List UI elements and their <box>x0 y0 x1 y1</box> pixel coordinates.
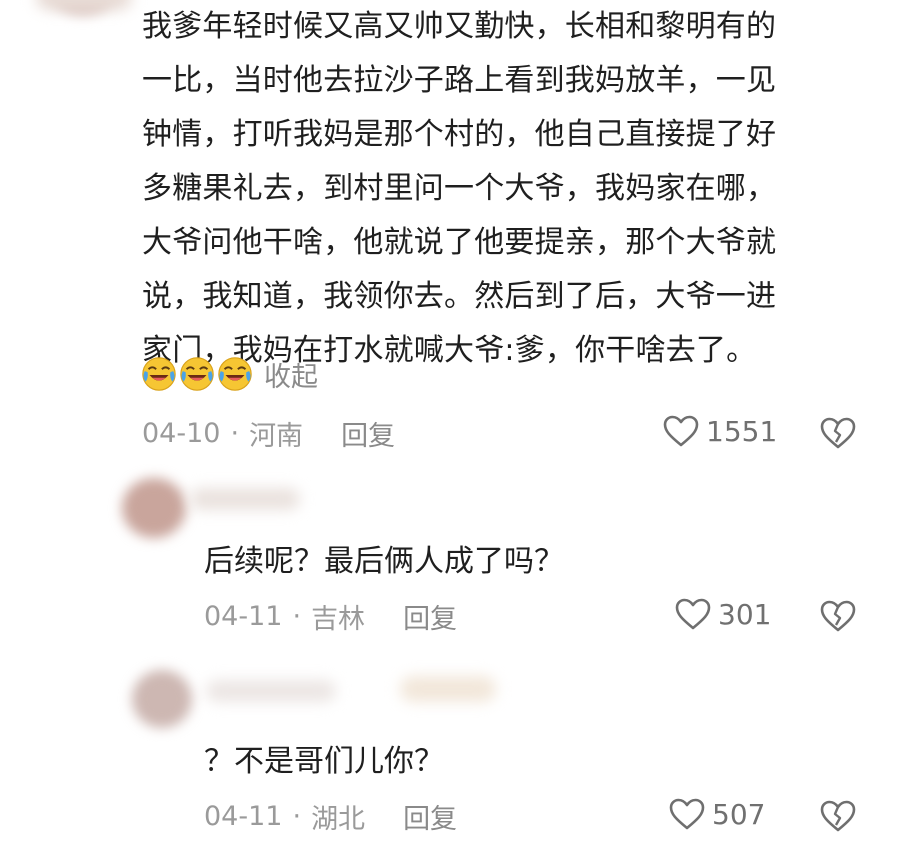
meta-separator: · <box>230 418 240 449</box>
laughing-crying-emoji-icon <box>180 357 214 391</box>
reply-avatar[interactable] <box>132 670 192 728</box>
emoji-row: 收起 <box>140 352 318 396</box>
reply-location: 湖北 <box>311 804 366 835</box>
reply-badge-blurred <box>400 676 496 702</box>
comment-meta: 04-10 · 河南 回复 <box>142 414 395 453</box>
comment-line: 大爷问他干啥，他就说了他要提亲，那个大爷就 <box>142 225 777 260</box>
reply-location: 吉林 <box>311 604 366 635</box>
heart-outline-icon <box>663 415 699 447</box>
like-count: 301 <box>718 597 772 631</box>
reply-button[interactable]: 回复 <box>403 597 457 636</box>
reply-avatar[interactable] <box>122 478 186 538</box>
comment-location: 河南 <box>249 421 304 452</box>
like-button[interactable]: 1551 <box>662 414 777 448</box>
reply-meta: 04-11 · 吉林 回复 <box>204 597 457 636</box>
reply-text: 后续呢？最后俩人成了吗？ <box>204 544 564 579</box>
meta-separator: · <box>292 801 302 832</box>
comment-line: 我爹年轻时候又高又帅又勤快，长相和黎明有的 <box>142 9 777 44</box>
reply-text: ？不是哥们儿你？ <box>204 744 444 779</box>
comment-date: 04-10 <box>142 418 221 449</box>
laughing-crying-emoji-icon <box>218 357 252 391</box>
comment-line: 一比，当时他去拉沙子路上看到我妈放羊，一见 <box>142 63 777 98</box>
like-button[interactable]: 507 <box>668 797 765 831</box>
reply-date: 04-11 <box>204 601 283 632</box>
collapse-button[interactable]: 收起 <box>264 355 318 394</box>
laughing-crying-emoji-icon <box>142 357 176 391</box>
comment-text: 我爹年轻时候又高又帅又勤快，长相和黎明有的 一比，当时他去拉沙子路上看到我妈放羊… <box>142 0 872 378</box>
reply-name-blurred <box>206 680 336 702</box>
heart-outline-icon <box>669 798 705 830</box>
like-count: 507 <box>712 797 766 831</box>
heart-outline-icon <box>675 598 711 630</box>
broken-heart-icon[interactable] <box>819 799 857 833</box>
like-count: 1551 <box>706 414 778 448</box>
commenter-name-blurred <box>36 0 132 10</box>
reply-date: 04-11 <box>204 801 283 832</box>
broken-heart-icon[interactable] <box>819 599 857 633</box>
reply-button[interactable]: 回复 <box>403 797 457 836</box>
reply-name-blurred <box>190 488 300 510</box>
reply-button[interactable]: 回复 <box>341 414 395 453</box>
comment-line: 多糖果礼去，到村里问一个大爷，我妈家在哪， <box>142 171 777 206</box>
broken-heart-icon[interactable] <box>819 416 857 450</box>
comment-line: 钟情，打听我妈是那个村的，他自己直接提了好 <box>142 117 777 152</box>
meta-separator: · <box>292 601 302 632</box>
like-button[interactable]: 301 <box>674 597 771 631</box>
comment-line: 说，我知道，我领你去。然后到了后，大爷一进 <box>142 279 777 314</box>
reply-meta: 04-11 · 湖北 回复 <box>204 797 457 836</box>
